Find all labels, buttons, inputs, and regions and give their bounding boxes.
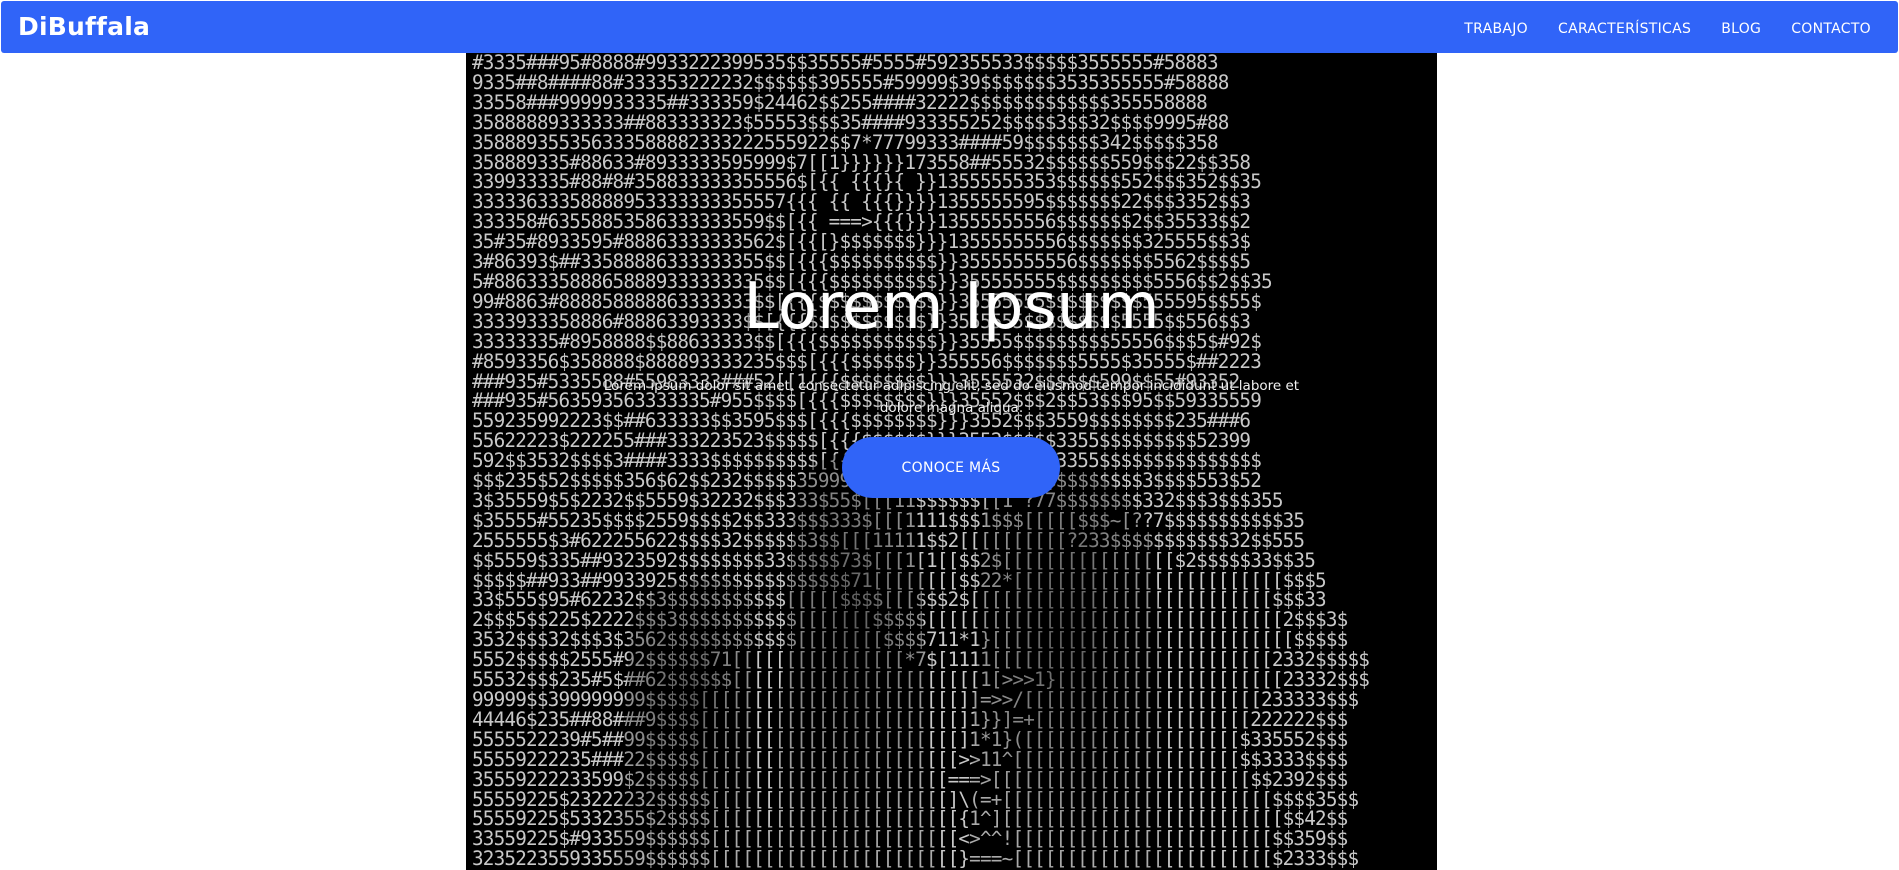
- nav-item-contacto: CONTACTO: [1791, 18, 1871, 37]
- nav-item-blog: BLOG: [1721, 18, 1761, 37]
- nav-item-trabajo: TRABAJO: [1464, 18, 1528, 37]
- hero-subtitle: Lorem ipsum dolor sit amet, consectetur …: [603, 378, 1300, 416]
- nav-link-caracteristicas[interactable]: CARACTERÍSTICAS: [1558, 21, 1691, 37]
- top-navbar: DiBuffala TRABAJO CARACTERÍSTICAS BLOG C…: [1, 1, 1898, 53]
- nav-menu: TRABAJO CARACTERÍSTICAS BLOG CONTACTO: [1464, 1, 1871, 53]
- nav-link-trabajo[interactable]: TRABAJO: [1464, 21, 1528, 37]
- hero-section: #3335###95#8888#9933222399535$$35555#555…: [466, 53, 1437, 870]
- nav-item-caracteristicas: CARACTERÍSTICAS: [1558, 18, 1691, 37]
- nav-link-blog[interactable]: BLOG: [1721, 21, 1761, 37]
- nav-link-contacto[interactable]: CONTACTO: [1791, 21, 1871, 37]
- conoce-mas-button[interactable]: CONOCE MÁS: [842, 437, 1060, 498]
- hero-title: Lorem Ipsum: [743, 270, 1160, 344]
- brand-logo[interactable]: DiBuffala: [18, 14, 150, 39]
